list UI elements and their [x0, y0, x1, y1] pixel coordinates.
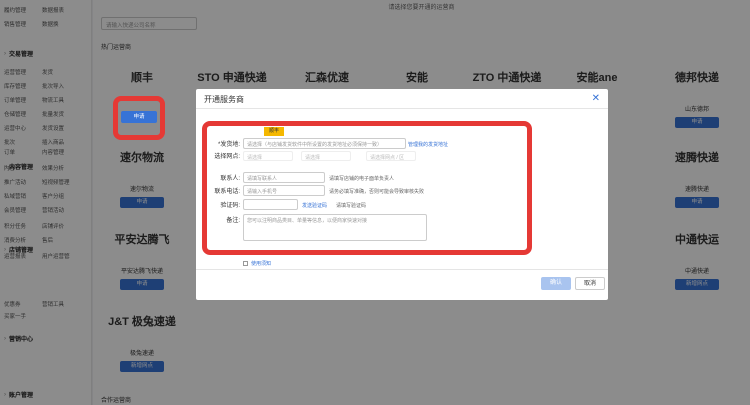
close-icon[interactable]: ✕ [592, 93, 600, 104]
confirm-button[interactable]: 确认 [541, 277, 571, 290]
footer-divider [196, 269, 608, 270]
form-highlight-box [202, 121, 532, 255]
divider [196, 108, 608, 109]
agree-checkbox[interactable] [243, 261, 248, 266]
apply-button-highlighted[interactable]: 申请 [121, 111, 157, 123]
modal-title: 开通服务商 [204, 95, 244, 104]
cancel-button[interactable]: 取消 [575, 277, 605, 290]
agree-link[interactable]: 使用须知 [251, 260, 271, 267]
